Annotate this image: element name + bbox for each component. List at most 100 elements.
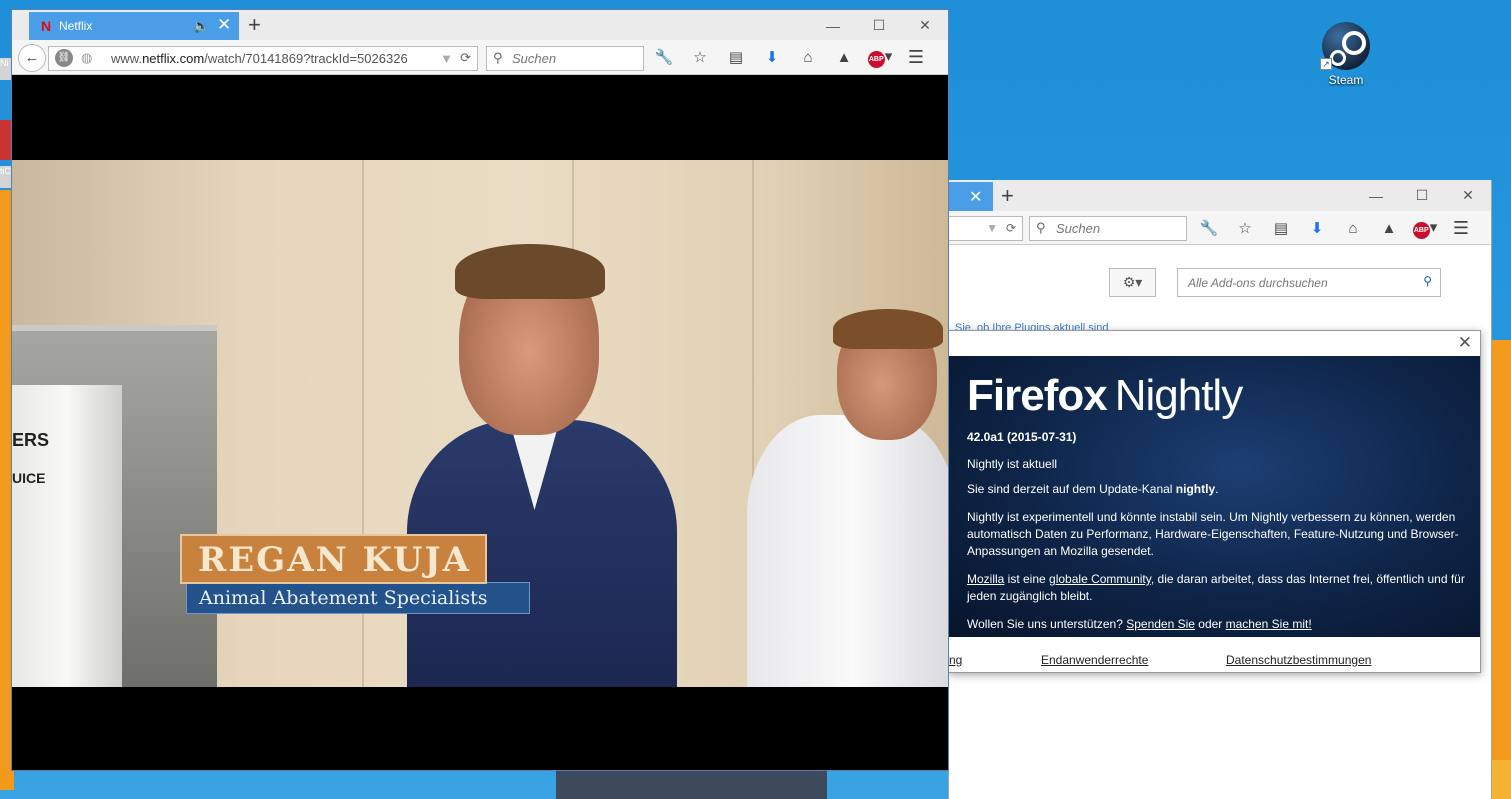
video-person-blue-uniform (407, 244, 677, 687)
adblock-plus-icon[interactable]: ABP▾ (1407, 218, 1443, 239)
site-identity-icon[interactable]: ⛓ (55, 49, 73, 67)
video-person-white-suit (747, 309, 948, 687)
gear-icon[interactable]: ⚙▾ (1109, 268, 1156, 297)
addons-search-placeholder: Alle Add-ons durchsuchen (1188, 276, 1328, 290)
url-history-dropdown-icon[interactable]: ▼ (986, 221, 998, 235)
community-mid: ist eine (1004, 572, 1050, 586)
close-tab-icon[interactable]: ✕ (969, 187, 982, 207)
maximize-button[interactable]: ☐ (1399, 180, 1445, 211)
navigation-toolbar: ← ⛓ ◍ www.netflix.com/watch/70141869?tra… (12, 40, 948, 75)
url-path: /watch/70141869?trackId=5026326 (204, 51, 408, 66)
end-user-rights-link[interactable]: Endanwenderrechte (1041, 653, 1148, 667)
wrench-icon[interactable]: 🔧 (646, 48, 682, 66)
support-text: Wollen Sie uns unterstützen? Spenden Sie… (967, 616, 1467, 633)
desktop-icon-label: Steam (1328, 73, 1364, 87)
menu-icon[interactable]: ☰ (898, 47, 934, 68)
star-icon[interactable]: ☆ (682, 48, 718, 66)
maximize-button[interactable]: ☐ (856, 10, 902, 41)
video-lower-third-caption: REGAN KUJA Animal Abatement Specialists (180, 534, 530, 614)
caption-title: Animal Abatement Specialists (186, 582, 530, 614)
licensing-link[interactable]: ng (949, 653, 962, 667)
support-prefix: Wollen Sie uns unterstützen? (967, 617, 1127, 631)
bucket-label-1: ERS (12, 430, 50, 450)
update-status: Nightly ist aktuell (967, 457, 1058, 471)
video-frame[interactable]: ERS UICE REGAN KUJA Animal Abatement Spe… (12, 160, 948, 687)
video-player[interactable]: ERS UICE REGAN KUJA Animal Abatement Spe… (12, 76, 948, 770)
back-window-titlebar: ✕ + — ☐ ✕ (949, 180, 1491, 211)
close-window-button[interactable]: ✕ (1445, 180, 1491, 211)
firefox-nightly-logo: Firefox Nightly (967, 374, 1480, 418)
download-icon[interactable]: ⬇ (754, 48, 790, 66)
window-controls: — ☐ ✕ (810, 10, 948, 41)
support-mid: oder (1194, 617, 1226, 631)
search-icon: ⚲ (1036, 220, 1046, 235)
minimize-button[interactable]: — (810, 10, 856, 41)
minimize-button[interactable]: — (1353, 180, 1399, 211)
search-icon: ⚲ (493, 50, 503, 65)
dialog-titlebar: ✕ (949, 331, 1480, 356)
version-label: 42.0a1 (2015-07-31) (967, 430, 1077, 444)
desktop-wallpaper-orange-right (1490, 340, 1511, 799)
close-tab-icon[interactable]: ✕ (217, 15, 231, 35)
toolbar-buttons: 🔧 ☆ ▤ ⬇ ⌂ ▲ ABP▾ ☰ (1191, 211, 1479, 245)
pocket-icon[interactable]: ▲ (826, 49, 862, 66)
firefox-netflix-window: N Netflix 🔈 ✕ + — ☐ ✕ ← ⛓ ◍ www.netflix.… (11, 9, 949, 771)
participate-link[interactable]: machen Sie mit! (1226, 617, 1312, 631)
url-history-dropdown-icon[interactable]: ▼ (440, 51, 453, 66)
back-window-active-tab[interactable]: ✕ (949, 182, 993, 211)
reload-icon[interactable]: ⟳ (460, 50, 471, 66)
about-nightly-dialog: ✕ Firefox Nightly 42.0a1 (2015-07-31) Nig… (948, 330, 1481, 673)
tab-netflix[interactable]: N Netflix 🔈 ✕ (29, 12, 239, 40)
url-bar[interactable]: ⛓ ◍ www.netflix.com/watch/70141869?track… (48, 46, 478, 71)
close-window-button[interactable]: ✕ (902, 10, 948, 41)
bucket-label-2: UICE (12, 470, 46, 486)
close-icon[interactable]: ✕ (1458, 333, 1472, 353)
search-icon[interactable]: ⚲ (1423, 274, 1432, 288)
donate-link[interactable]: Spenden Sie (1126, 617, 1195, 631)
background-window-strip (556, 771, 827, 799)
globe-icon: ◍ (81, 50, 93, 65)
global-community-link[interactable]: globale Community (1049, 572, 1151, 586)
clipboard-icon[interactable]: ▤ (1263, 219, 1299, 237)
download-icon[interactable]: ⬇ (1299, 219, 1335, 237)
logo-nightly-text: Nightly (1114, 371, 1243, 420)
about-dialog-footer: ng Endanwenderrechte Datenschutzbestimmu… (949, 637, 1480, 672)
back-arrow-icon[interactable]: ← (18, 44, 46, 72)
search-input[interactable]: ⚲ Suchen (1029, 216, 1187, 241)
window-controls: — ☐ ✕ (1353, 180, 1491, 211)
privacy-policy-link[interactable]: Datenschutzbestimmungen (1226, 653, 1371, 667)
search-placeholder: Suchen (512, 51, 557, 66)
speaker-icon[interactable]: 🔈 (193, 18, 209, 34)
netflix-favicon-icon: N (41, 18, 52, 34)
clipboard-icon[interactable]: ▤ (718, 48, 754, 66)
reload-icon[interactable]: ⟳ (1006, 221, 1016, 235)
adblock-plus-icon[interactable]: ABP▾ (862, 47, 898, 68)
mozilla-link[interactable]: Mozilla (967, 572, 1004, 586)
toolbar-buttons: 🔧 ☆ ▤ ⬇ ⌂ ▲ ABP▾ ☰ (646, 40, 934, 74)
search-input[interactable]: ⚲ Suchen (486, 46, 644, 71)
shortcut-arrow-icon: ↗ (1320, 58, 1332, 70)
new-tab-button[interactable]: + (248, 12, 261, 38)
star-icon[interactable]: ☆ (1227, 219, 1263, 237)
desktop-icon-steam[interactable]: ↗ Steam (1316, 22, 1376, 87)
home-icon[interactable]: ⌂ (790, 49, 826, 66)
url-domain: netflix.com (142, 51, 205, 66)
channel-suffix: . (1215, 482, 1219, 496)
person-hair (833, 309, 943, 349)
about-dialog-body: Firefox Nightly 42.0a1 (2015-07-31) Night… (949, 356, 1480, 637)
person-body (747, 415, 948, 687)
logo-firefox-text: Firefox (967, 371, 1108, 420)
new-tab-button[interactable]: + (1001, 183, 1014, 209)
experimental-notice: Nightly ist experimentell und könnte ins… (967, 510, 1459, 558)
addons-search-input[interactable]: Alle Add-ons durchsuchen ⚲ (1177, 268, 1441, 297)
url-bar[interactable]: ▼ ⟳ (949, 216, 1023, 241)
pocket-icon[interactable]: ▲ (1371, 220, 1407, 237)
front-window-titlebar: N Netflix 🔈 ✕ + — ☐ ✕ (12, 10, 948, 40)
desktop-icon-label: Ni (0, 58, 9, 68)
wrench-icon[interactable]: 🔧 (1191, 219, 1227, 237)
home-icon[interactable]: ⌂ (1335, 220, 1371, 237)
search-placeholder: Suchen (1056, 221, 1101, 236)
channel-name: nightly (1175, 482, 1216, 496)
person-hair (455, 244, 605, 299)
menu-icon[interactable]: ☰ (1443, 218, 1479, 239)
